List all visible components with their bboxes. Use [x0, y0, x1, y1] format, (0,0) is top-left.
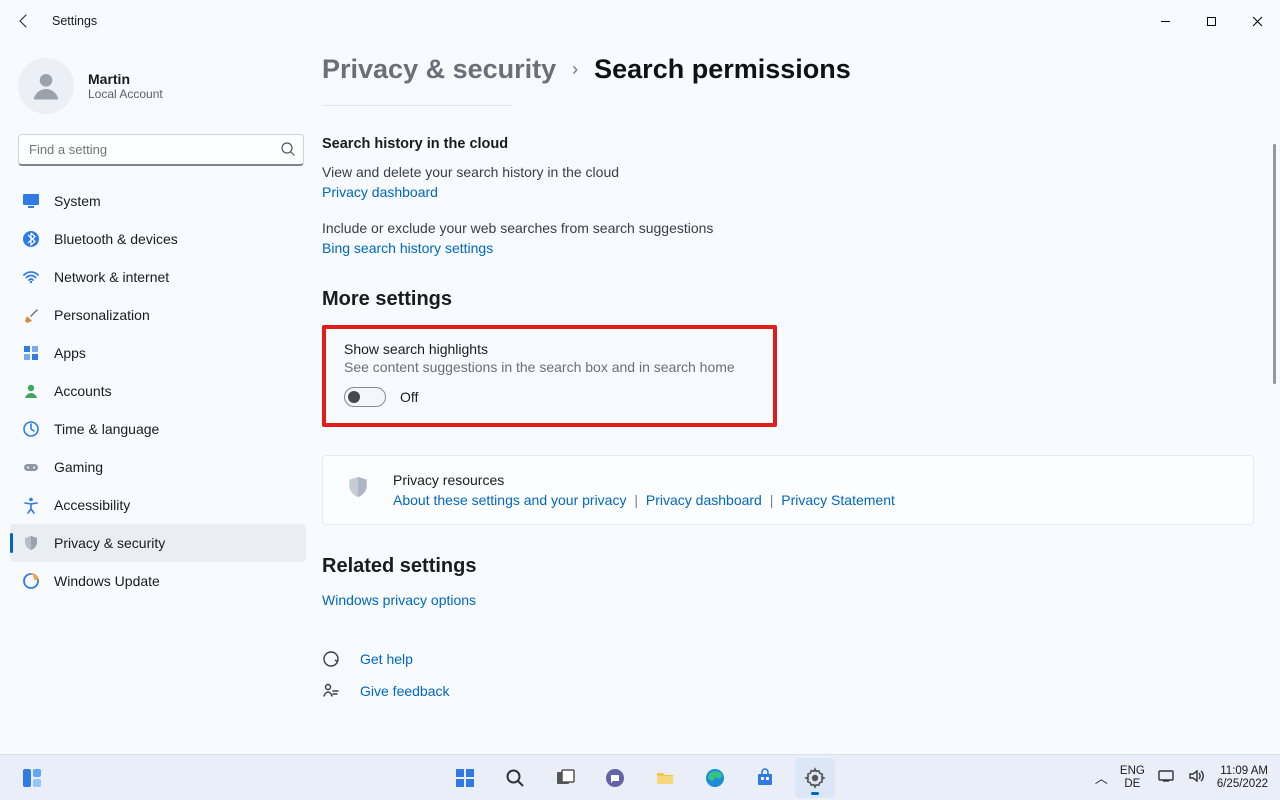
nav-network[interactable]: Network & internet [10, 258, 306, 296]
monitor-icon [22, 192, 40, 210]
nav-label: Bluetooth & devices [54, 231, 178, 247]
avatar-icon [18, 58, 74, 114]
section-heading: Search history in the cloud [322, 136, 1254, 152]
maximize-button[interactable] [1188, 0, 1234, 42]
close-button[interactable] [1234, 0, 1280, 42]
search-icon [280, 141, 296, 162]
nav-label: Gaming [54, 459, 103, 475]
user-subtext: Local Account [88, 87, 163, 101]
person-icon [22, 382, 40, 400]
shield-icon [22, 534, 40, 552]
windows-privacy-options-link[interactable]: Windows privacy options [322, 592, 476, 608]
nav-label: Accounts [54, 383, 112, 399]
breadcrumb: Privacy & security › Search permissions [322, 54, 1254, 85]
help-icon [322, 650, 340, 668]
search-highlights-toggle[interactable] [344, 387, 386, 407]
nav-label: Privacy & security [54, 535, 165, 551]
bing-history-settings-link[interactable]: Bing search history settings [322, 240, 493, 256]
titlebar: Settings [0, 0, 1280, 42]
breadcrumb-parent[interactable]: Privacy & security [322, 54, 556, 85]
task-view-button[interactable] [545, 758, 585, 798]
nav-gaming[interactable]: Gaming [10, 448, 306, 486]
nav-time-language[interactable]: Time & language [10, 410, 306, 448]
get-help-link[interactable]: Get help [360, 651, 413, 667]
taskbar-search-button[interactable] [495, 758, 535, 798]
tray-clock[interactable]: 11:09 AM 6/25/2022 [1217, 765, 1268, 790]
tray-language[interactable]: ENG DE [1120, 765, 1145, 789]
nav-system[interactable]: System [10, 182, 306, 220]
scrollbar-thumb[interactable] [1273, 144, 1276, 384]
brush-icon [22, 306, 40, 324]
collapsed-control [322, 105, 512, 106]
privacy-resources-card: Privacy resources About these settings a… [322, 455, 1254, 525]
shield-icon [345, 474, 371, 500]
nav-label: Accessibility [54, 497, 130, 513]
chevron-right-icon: › [572, 59, 578, 80]
privacy-statement-link[interactable]: Privacy Statement [781, 492, 895, 508]
teams-chat-button[interactable] [595, 758, 635, 798]
nav-bluetooth[interactable]: Bluetooth & devices [10, 220, 306, 258]
about-settings-privacy-link[interactable]: About these settings and your privacy [393, 492, 626, 508]
tray-volume-icon[interactable] [1187, 767, 1205, 788]
toggle-state-label: Off [400, 389, 418, 405]
sidebar: Martin Local Account System Bluetooth & … [10, 42, 312, 754]
nav-label: Time & language [54, 421, 159, 437]
card-title: Privacy resources [393, 472, 895, 488]
highlight-box: Show search highlights See content sugge… [322, 325, 777, 427]
minimize-button[interactable] [1142, 0, 1188, 42]
accessibility-icon [22, 496, 40, 514]
nav-list: System Bluetooth & devices Network & int… [10, 182, 312, 600]
nav-personalization[interactable]: Personalization [10, 296, 306, 334]
nav-label: System [54, 193, 101, 209]
user-name: Martin [88, 71, 163, 87]
give-feedback-link[interactable]: Give feedback [360, 683, 450, 699]
nav-apps[interactable]: Apps [10, 334, 306, 372]
gamepad-icon [22, 458, 40, 476]
nav-label: Network & internet [54, 269, 169, 285]
settings-button[interactable] [795, 758, 835, 798]
section-desc: Include or exclude your web searches fro… [322, 220, 1254, 236]
section-desc: View and delete your search history in t… [322, 164, 1254, 180]
nav-label: Windows Update [54, 573, 160, 589]
setting-title: Show search highlights [344, 341, 755, 357]
widgets-button[interactable] [12, 758, 52, 798]
feedback-icon [322, 682, 340, 700]
tray-network-icon[interactable] [1157, 767, 1175, 788]
bluetooth-icon [22, 230, 40, 248]
clock-globe-icon [22, 420, 40, 438]
apps-icon [22, 344, 40, 362]
edge-button[interactable] [695, 758, 735, 798]
store-button[interactable] [745, 758, 785, 798]
taskbar: ︿ ENG DE 11:09 AM 6/25/2022 [0, 754, 1280, 800]
privacy-dashboard-link[interactable]: Privacy dashboard [322, 184, 438, 200]
start-button[interactable] [445, 758, 485, 798]
main-content: Privacy & security › Search permissions … [312, 42, 1280, 754]
search-input[interactable] [18, 134, 304, 166]
update-icon [22, 572, 40, 590]
more-settings-heading: More settings [322, 288, 1254, 311]
nav-accounts[interactable]: Accounts [10, 372, 306, 410]
nav-privacy-security[interactable]: Privacy & security [10, 524, 306, 562]
tray-chevron-icon[interactable]: ︿ [1095, 768, 1108, 787]
setting-desc: See content suggestions in the search bo… [344, 359, 755, 375]
privacy-dashboard-link[interactable]: Privacy dashboard [646, 492, 762, 508]
wifi-icon [22, 268, 40, 286]
nav-windows-update[interactable]: Windows Update [10, 562, 306, 600]
nav-label: Personalization [54, 307, 150, 323]
file-explorer-button[interactable] [645, 758, 685, 798]
window-title: Settings [52, 14, 97, 28]
page-title: Search permissions [594, 54, 851, 85]
nav-accessibility[interactable]: Accessibility [10, 486, 306, 524]
back-button[interactable] [10, 7, 38, 35]
user-account[interactable]: Martin Local Account [10, 42, 312, 122]
related-settings-heading: Related settings [322, 555, 1254, 578]
nav-label: Apps [54, 345, 86, 361]
cloud-history-section: Search history in the cloud View and del… [322, 136, 1254, 258]
